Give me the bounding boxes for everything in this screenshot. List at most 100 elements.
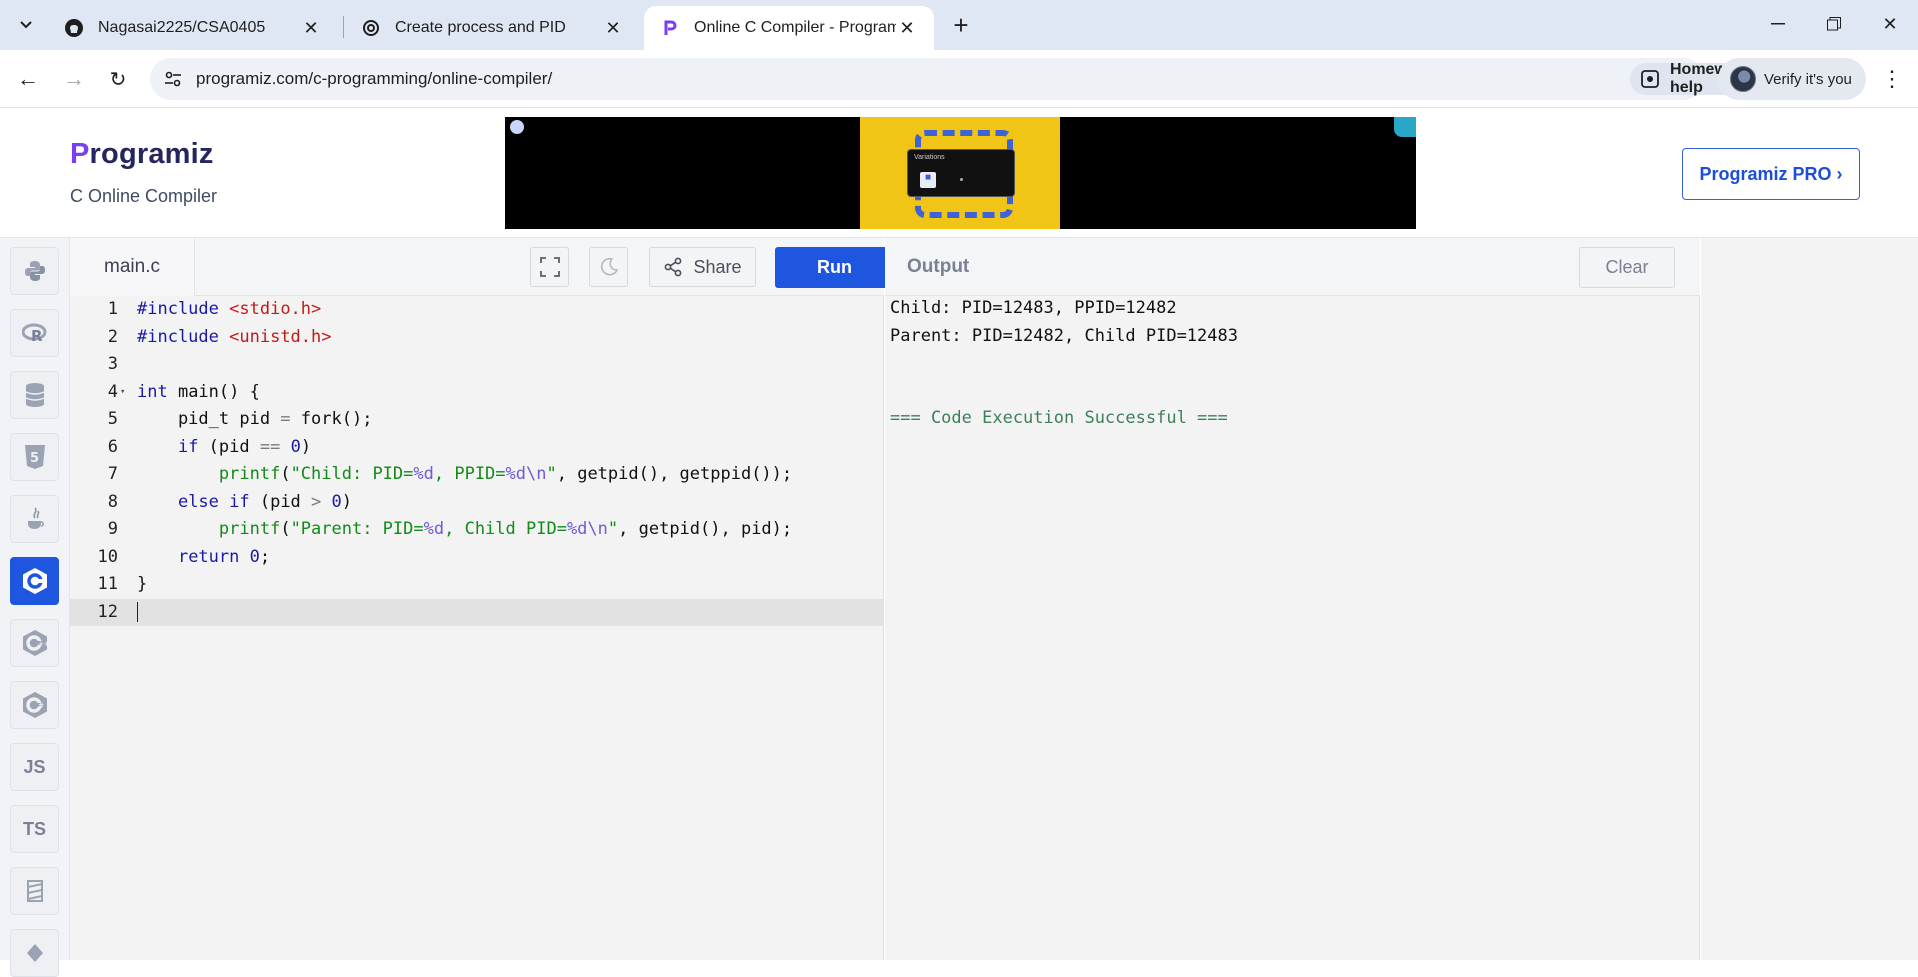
cpp-icon[interactable]: ++ — [10, 619, 59, 667]
editor-toolbar: main.c Share Run — [70, 238, 894, 296]
line-number: 12 — [97, 601, 118, 622]
site-settings-icon[interactable] — [162, 68, 184, 90]
code-line: 9 printf("Parent: PID=%d, Child PID=%d\n… — [70, 516, 884, 544]
close-tab-icon[interactable]: ✕ — [896, 17, 918, 39]
fold-arrow-icon[interactable]: ▾ — [120, 379, 125, 407]
line-number: 11 — [97, 574, 118, 594]
code-line: 5 pid_t pid = fork(); — [70, 406, 884, 434]
ad-dot — [960, 178, 963, 181]
language-rail: R 5 ++ # JS TS — [0, 238, 70, 977]
page-subtitle: C Online Compiler — [70, 186, 218, 206]
site-header: Programiz C Online Compiler Variations ■… — [0, 108, 1918, 238]
code-editor[interactable]: 1 #include <stdio.h> 2 #include <unistd.h>… — [70, 296, 884, 960]
forward-icon[interactable]: → — [56, 61, 92, 97]
browser-menu-icon[interactable]: ⋮ — [1878, 61, 1906, 97]
line-number: 10 — [97, 546, 118, 567]
svg-text:++: ++ — [38, 640, 48, 648]
code-line: 4 ▾ int main() { — [70, 379, 884, 407]
file-tab-main-c[interactable]: main.c — [70, 238, 195, 296]
restore-icon[interactable] — [1806, 6, 1862, 42]
clear-button[interactable]: Clear — [1579, 247, 1675, 288]
javascript-item[interactable]: JS — [10, 743, 59, 791]
run-button[interactable]: Run — [775, 247, 894, 288]
share-label: Share — [693, 256, 742, 277]
line-number: 7 — [107, 464, 118, 484]
share-icon — [665, 257, 682, 277]
line-number: 4 — [107, 381, 118, 402]
avatar — [1730, 66, 1756, 92]
csharp-icon[interactable]: # — [10, 681, 59, 729]
ad-variations-panel: Variations ■ — [907, 149, 1015, 197]
address-bar[interactable]: programiz.com/c-programming/online-compi… — [150, 58, 1830, 100]
fullscreen-icon — [539, 257, 560, 277]
output-console: Child: PID=12483, PPID=12482 Parent: PID… — [885, 296, 1700, 960]
back-icon[interactable]: ← — [10, 61, 46, 97]
svg-text:5: 5 — [30, 451, 39, 466]
github-icon — [64, 18, 84, 38]
code-line: 11} — [70, 571, 884, 599]
text-cursor — [137, 601, 138, 622]
svg-text:R: R — [31, 327, 43, 344]
logo-p: P — [70, 138, 90, 170]
python-icon[interactable] — [10, 247, 59, 295]
ad-choices-icon[interactable] — [1394, 117, 1416, 137]
right-panel — [1701, 238, 1918, 960]
browser-tab-bar: Nagasai2225/CSA0405 ✕ Create process and… — [0, 0, 1918, 50]
code-line: 10 return 0; — [70, 544, 884, 572]
lens-icon — [1640, 69, 1660, 89]
line-number: 8 — [107, 491, 118, 512]
c-icon[interactable] — [10, 557, 59, 605]
profile-verify-button[interactable]: Verify it's you — [1718, 58, 1866, 100]
tab-search-chevron-icon[interactable] — [10, 9, 42, 41]
typescript-item[interactable]: TS — [10, 805, 59, 853]
tab-title: Online C Compiler - Programiz — [694, 19, 896, 36]
minimize-icon[interactable] — [1750, 6, 1806, 42]
code-line-active: 12 — [70, 598, 884, 626]
tab-github[interactable]: Nagasai2225/CSA0405 ✕ — [48, 6, 338, 50]
tab-title: Nagasai2225/CSA0405 — [98, 19, 266, 36]
reload-icon[interactable]: ↻ — [100, 61, 136, 97]
programiz-logo[interactable]: Programiz — [70, 138, 214, 171]
line-number: 5 — [107, 409, 118, 429]
moon-icon — [600, 257, 618, 276]
output-line: Child: PID=12483, PPID=12482 — [890, 298, 1177, 318]
output-line: Parent: PID=12482, Child PID=12483 — [890, 325, 1238, 346]
code-line: 6 if (pid == 0) — [70, 434, 884, 462]
fullscreen-button[interactable] — [530, 247, 569, 287]
java-icon[interactable] — [10, 495, 59, 543]
url-text[interactable]: programiz.com/c-programming/online-compi… — [196, 69, 552, 89]
ad-caption: Variations — [914, 154, 945, 161]
elephant-icon: ■ — [920, 172, 936, 188]
html5-icon[interactable]: 5 — [10, 433, 59, 481]
swift-icon[interactable] — [10, 867, 59, 915]
javascript-label: JS — [23, 756, 46, 777]
go-icon[interactable] — [10, 929, 59, 977]
output-toolbar: Output Clear — [885, 238, 1700, 296]
code-line: 7 printf("Child: PID=%d, PPID=%d\n", get… — [70, 461, 884, 489]
sql-icon[interactable] — [10, 371, 59, 419]
typescript-label: TS — [22, 818, 46, 839]
verify-label: Verify it's you — [1764, 70, 1852, 88]
r-icon[interactable]: R — [10, 309, 59, 357]
share-button[interactable]: Share — [649, 247, 756, 287]
ad-banner[interactable]: Variations ■ — [505, 117, 1416, 229]
line-number: 9 — [107, 519, 118, 539]
line-number: 2 — [107, 326, 118, 347]
output-title: Output — [907, 256, 970, 277]
openai-icon — [361, 18, 381, 38]
line-number: 3 — [107, 354, 118, 374]
tab-title: Create process and PID — [395, 19, 566, 36]
tab-create-process[interactable]: Create process and PID ✕ — [345, 6, 640, 50]
code-line: 1 #include <stdio.h> — [70, 296, 884, 324]
logo-text: rogramiz — [89, 138, 214, 170]
close-tab-icon[interactable]: ✕ — [602, 17, 624, 39]
programiz-pro-button[interactable]: Programiz PRO › — [1682, 148, 1860, 200]
new-tab-icon[interactable]: + — [946, 10, 976, 40]
address-toolbar: ← → ↻ programiz.com/c-programming/online… — [0, 50, 1918, 108]
close-tab-icon[interactable]: ✕ — [300, 17, 322, 39]
code-line: 8 else if (pid > 0) — [70, 489, 884, 517]
svg-text:#: # — [38, 702, 44, 710]
tab-programiz[interactable]: Online C Compiler - Programiz ✕ — [644, 6, 934, 50]
close-window-icon[interactable]: ✕ — [1862, 6, 1918, 42]
dark-mode-button[interactable] — [589, 247, 628, 287]
